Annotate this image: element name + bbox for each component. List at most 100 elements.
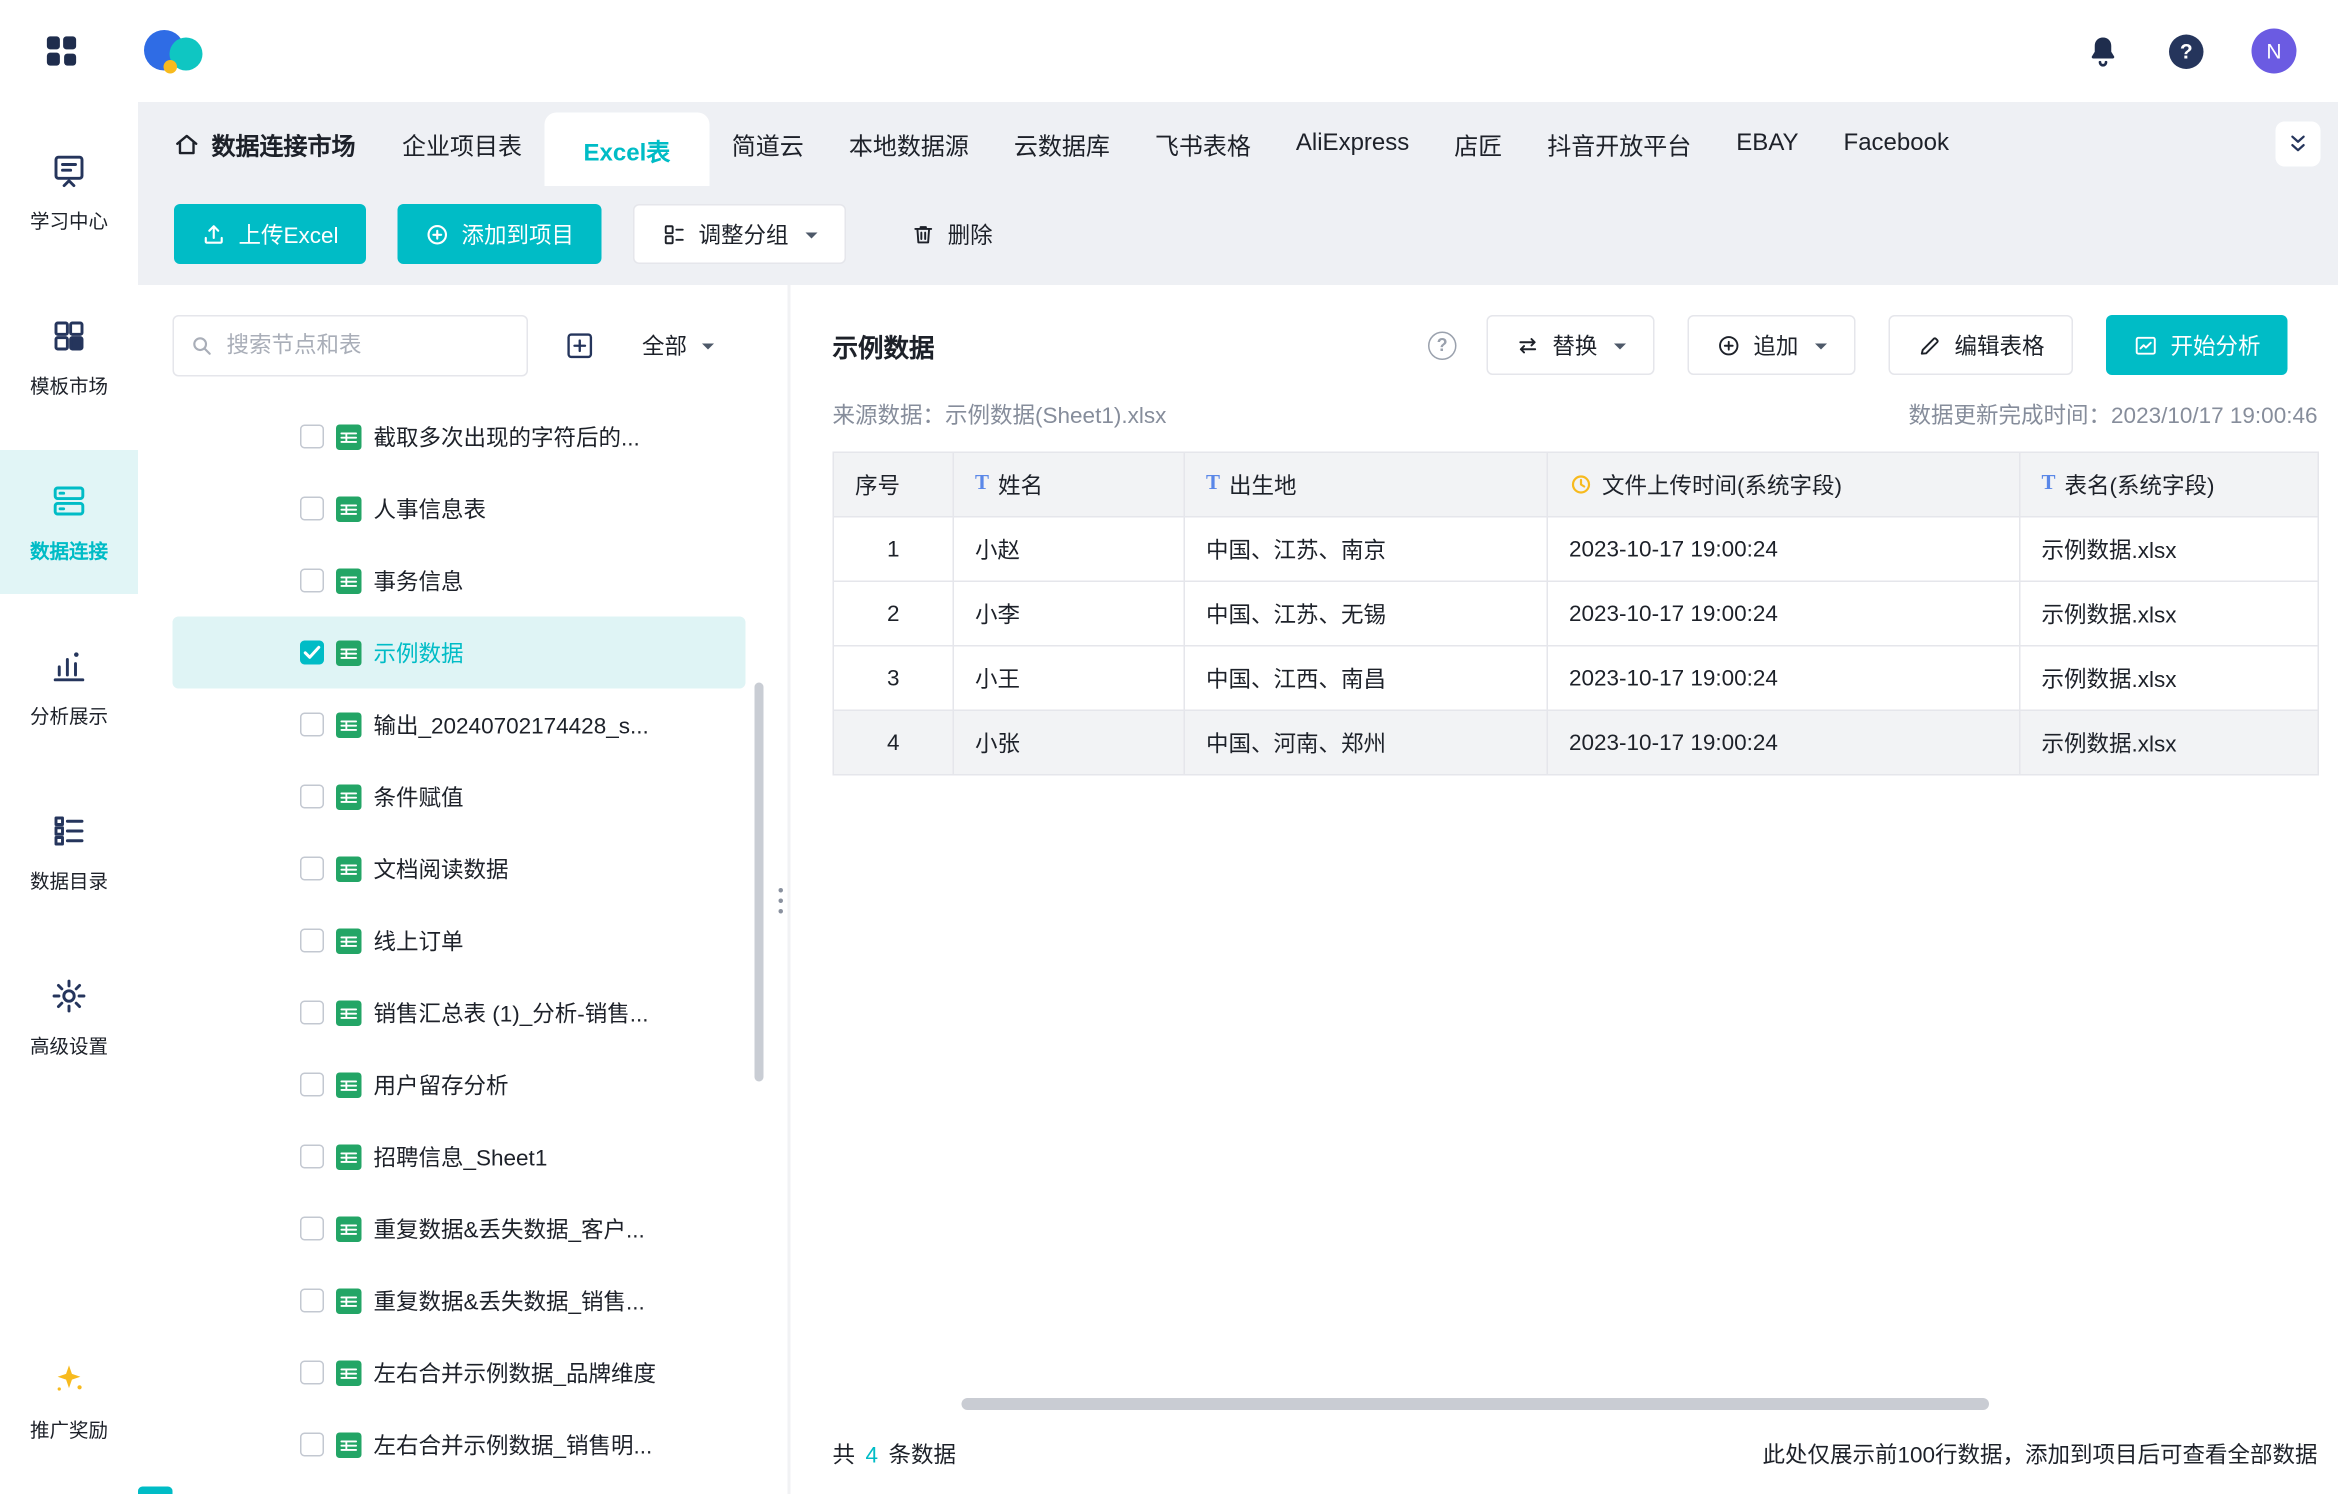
notification-bell-icon[interactable]: [2085, 33, 2121, 69]
sidebar-item-promo-reward[interactable]: 推广奖励: [0, 1329, 138, 1473]
topbar: ? N: [0, 0, 2338, 102]
tree-item[interactable]: 左右合并示例数据_销售明...: [173, 1409, 746, 1481]
home-icon: [173, 130, 202, 159]
tree-item[interactable]: 左右合并示例数据_品牌维度: [173, 1337, 746, 1409]
delete-button[interactable]: 删除: [898, 204, 1005, 264]
tree-item[interactable]: 重复数据&丢失数据_客户...: [173, 1193, 746, 1265]
tree-item[interactable]: 重复数据&丢失数据_销售...: [173, 1265, 746, 1337]
tree-item[interactable]: 文档阅读数据: [173, 833, 746, 905]
table-cell: 2: [834, 582, 954, 645]
table-row[interactable]: 1小赵中国、江苏、南京2023-10-17 19:00:24示例数据.xlsx: [834, 516, 2318, 581]
avatar[interactable]: N: [2252, 29, 2297, 74]
column-header[interactable]: T表名(系统字段): [2021, 453, 2321, 516]
tree-item-label: 左右合并示例数据_品牌维度: [374, 1357, 657, 1389]
update-time-label: 数据更新完成时间：: [1909, 404, 2112, 430]
sidebar-item-data-connection[interactable]: 数据连接: [0, 450, 138, 594]
adjust-group-button[interactable]: 调整分组: [633, 204, 846, 264]
tabs-collapse-button[interactable]: [2276, 122, 2321, 167]
tree-item[interactable]: 条件赋值: [173, 761, 746, 833]
tab-店匠[interactable]: 店匠: [1432, 102, 1525, 186]
table-row[interactable]: 3小王中国、江西、南昌2023-10-17 19:00:24示例数据.xlsx: [834, 645, 2318, 710]
checkbox[interactable]: [300, 569, 324, 593]
dataset-help-icon[interactable]: ?: [1428, 331, 1457, 360]
table-cell: 中国、河南、郑州: [1185, 711, 1548, 774]
tab-Facebook[interactable]: Facebook: [1821, 102, 1971, 186]
column-header[interactable]: T出生地: [1185, 453, 1548, 516]
checkbox[interactable]: [300, 497, 324, 521]
table-row[interactable]: 4小张中国、河南、郑州2023-10-17 19:00:24示例数据.xlsx: [834, 710, 2318, 775]
tab-抖音开放平台[interactable]: 抖音开放平台: [1525, 102, 1714, 186]
table-cell: 4: [834, 711, 954, 774]
checkbox[interactable]: [300, 1361, 324, 1385]
checkbox[interactable]: [300, 785, 324, 809]
checkbox[interactable]: [300, 713, 324, 737]
checkbox[interactable]: [300, 1073, 324, 1097]
replace-button[interactable]: 替换: [1486, 315, 1654, 375]
connect-icon: [50, 481, 89, 520]
chevron-down-icon: [702, 344, 714, 356]
tree-item[interactable]: 线上订单: [173, 905, 746, 977]
checkbox[interactable]: [300, 929, 324, 953]
column-header[interactable]: 文件上传时间(系统字段): [1548, 453, 2021, 516]
filter-select[interactable]: 全部: [642, 330, 714, 362]
add-node-button[interactable]: [549, 316, 609, 376]
column-header[interactable]: T姓名: [954, 453, 1185, 516]
tab-简道云[interactable]: 简道云: [709, 102, 826, 186]
tree-item[interactable]: 用户留存分析: [173, 1049, 746, 1121]
swap-icon: [1515, 332, 1541, 358]
row-count-summary: 共4条数据: [833, 1439, 957, 1471]
column-header[interactable]: 序号: [834, 453, 954, 516]
horizontal-scrollbar[interactable]: [962, 1398, 1990, 1410]
start-analysis-button[interactable]: 开始分析: [2106, 315, 2288, 375]
sidebar-item-advanced-settings[interactable]: 高级设置: [0, 945, 138, 1089]
sidebar-item-analysis-display[interactable]: 分析展示: [0, 615, 138, 759]
data-table: 序号T姓名T出生地文件上传时间(系统字段)T表名(系统字段) 1小赵中国、江苏、…: [833, 452, 2320, 776]
source-label: 来源数据：: [833, 404, 946, 430]
sheet-icon: [336, 1144, 362, 1170]
checkbox[interactable]: [300, 1001, 324, 1025]
checkbox[interactable]: [300, 1289, 324, 1313]
upload-excel-button[interactable]: 上传Excel: [174, 204, 366, 264]
tab-EBAY[interactable]: EBAY: [1714, 102, 1821, 186]
sidebar-item-data-catalog[interactable]: 数据目录: [0, 780, 138, 924]
checkbox[interactable]: [300, 1145, 324, 1169]
checkbox[interactable]: [300, 857, 324, 881]
brand-logo[interactable]: [144, 24, 210, 78]
table-cell: 小赵: [954, 518, 1185, 581]
tree-item[interactable]: 事务信息: [173, 545, 746, 617]
tree-item[interactable]: 截取多次出现的字符后的...: [173, 401, 746, 473]
append-button[interactable]: 追加: [1687, 315, 1855, 375]
checkbox[interactable]: [300, 1433, 324, 1457]
sheet-icon: [336, 1288, 362, 1314]
search-input[interactable]: [227, 333, 512, 359]
tab-home-market[interactable]: 数据连接市场: [173, 126, 356, 162]
settings-icon: [50, 976, 89, 1015]
tree-item[interactable]: 招聘信息_Sheet1: [173, 1121, 746, 1193]
tree-item-label: 条件赋值: [374, 781, 464, 813]
tree-scrollbar[interactable]: [755, 683, 764, 1082]
sidebar-item-template-market[interactable]: 模板市场: [0, 285, 138, 429]
drag-handle-icon[interactable]: [779, 888, 784, 914]
tree-item[interactable]: 人事信息表: [173, 473, 746, 545]
tree-item[interactable]: 输出_20240702174428_s...: [173, 689, 746, 761]
help-icon[interactable]: ?: [2169, 34, 2204, 69]
tab-本地数据源[interactable]: 本地数据源: [826, 102, 991, 186]
promo-icon: [50, 1360, 89, 1399]
checkbox[interactable]: [300, 1217, 324, 1241]
checkbox[interactable]: [300, 641, 324, 665]
tab-企业项目表[interactable]: 企业项目表: [380, 102, 545, 186]
checkbox[interactable]: [300, 425, 324, 449]
add-to-project-button[interactable]: 添加到项目: [397, 204, 601, 264]
tab-Excel表[interactable]: Excel表: [545, 113, 710, 187]
app-launcher-icon[interactable]: [42, 32, 81, 71]
tab-云数据库[interactable]: 云数据库: [991, 102, 1132, 186]
tree-item[interactable]: 示例数据: [173, 617, 746, 689]
table-row[interactable]: 2小李中国、江苏、无锡2023-10-17 19:00:24示例数据.xlsx: [834, 581, 2318, 646]
tab-飞书表格[interactable]: 飞书表格: [1132, 102, 1273, 186]
tree-item[interactable]: 销售汇总表 (1)_分析-销售...: [173, 977, 746, 1049]
sheet-icon: [336, 640, 362, 666]
chart-icon: [2133, 332, 2159, 358]
tab-AliExpress[interactable]: AliExpress: [1273, 102, 1431, 186]
sidebar-item-learning-center[interactable]: 学习中心: [0, 120, 138, 264]
edit-table-button[interactable]: 编辑表格: [1888, 315, 2073, 375]
